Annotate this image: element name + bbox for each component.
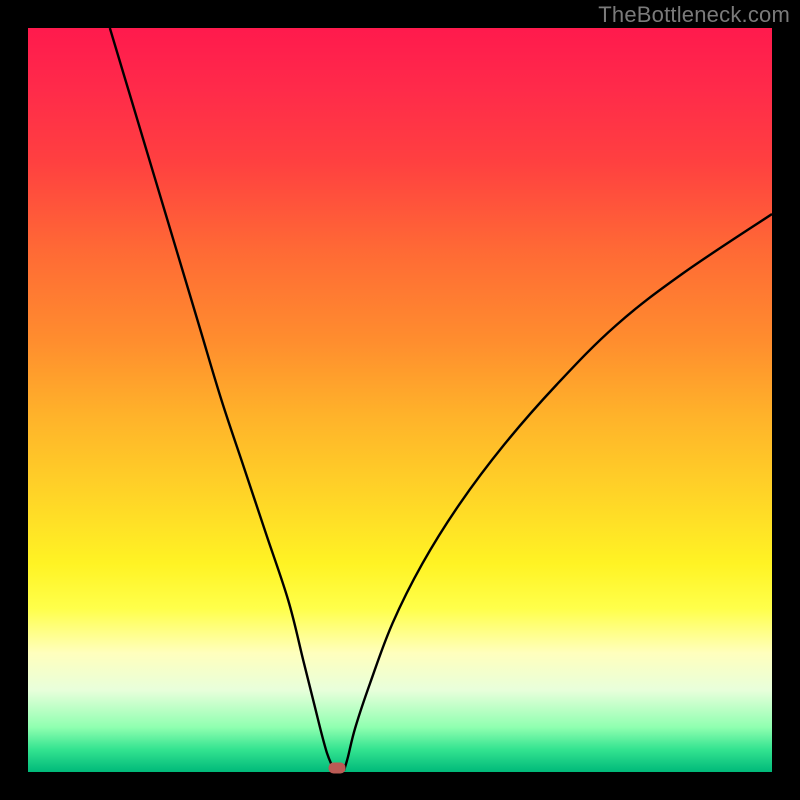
curve-path [110, 28, 772, 770]
plot-area [28, 28, 772, 772]
watermark-text: TheBottleneck.com [598, 2, 790, 28]
chart-frame: TheBottleneck.com [0, 0, 800, 800]
bottleneck-curve [28, 28, 772, 772]
minimum-marker [328, 763, 345, 774]
